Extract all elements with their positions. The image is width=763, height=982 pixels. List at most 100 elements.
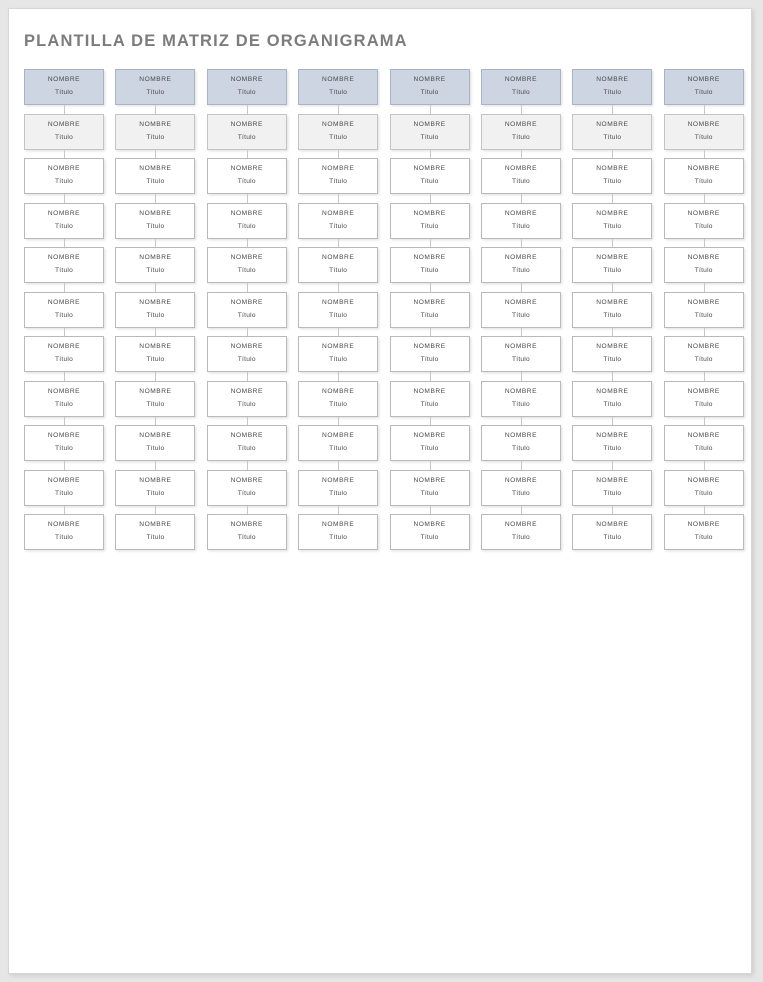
org-chart-node[interactable]: NOMBRE Título bbox=[480, 336, 561, 372]
org-chart-node[interactable]: NOMBRE Título bbox=[206, 336, 287, 372]
screenshot-canvas: PLANTILLA DE MATRIZ DE ORGANIGRAMA NOMBR… bbox=[0, 0, 763, 982]
org-chart-node[interactable]: NOMBRE Título bbox=[663, 247, 744, 283]
org-chart-node[interactable]: NOMBRE Título bbox=[206, 291, 287, 328]
org-chart-node[interactable]: NOMBRE Título bbox=[24, 113, 104, 150]
org-chart-node[interactable]: NOMBRE Título bbox=[480, 291, 561, 328]
org-chart-node[interactable]: NOMBRE Título bbox=[206, 469, 287, 506]
org-chart-node[interactable]: NOMBRE Título bbox=[572, 69, 653, 105]
org-chart-node[interactable]: NOMBRE Título bbox=[480, 247, 561, 283]
org-chart-node[interactable]: NOMBRE Título bbox=[206, 425, 287, 461]
org-chart-node[interactable]: NOMBRE Título bbox=[24, 291, 104, 328]
org-chart-node[interactable]: NOMBRE Título bbox=[663, 113, 744, 150]
org-chart-node[interactable]: NOMBRE Título bbox=[572, 202, 653, 239]
org-chart-node[interactable]: NOMBRE Título bbox=[115, 202, 196, 239]
org-chart-node[interactable]: NOMBRE Título bbox=[298, 247, 379, 283]
org-chart-node[interactable]: NOMBRE Título bbox=[24, 247, 104, 283]
org-chart-node[interactable]: NOMBRE Título bbox=[389, 158, 470, 194]
org-chart-node[interactable]: NOMBRE Título bbox=[663, 469, 744, 506]
org-chart-node[interactable]: NOMBRE Título bbox=[480, 158, 561, 194]
org-chart-node[interactable]: NOMBRE Título bbox=[572, 291, 653, 328]
org-node-name: NOMBRE bbox=[413, 209, 446, 217]
org-chart-node[interactable]: NOMBRE Título bbox=[115, 158, 196, 194]
org-chart-node[interactable]: NOMBRE Título bbox=[480, 113, 561, 150]
org-chart-node[interactable]: NOMBRE Título bbox=[206, 514, 287, 550]
org-node-title: Título bbox=[146, 311, 165, 319]
org-chart-node[interactable]: NOMBRE Título bbox=[572, 469, 653, 506]
org-chart-node[interactable]: NOMBRE Título bbox=[115, 113, 196, 150]
org-chart-node[interactable]: NOMBRE Título bbox=[389, 469, 470, 506]
org-chart-node[interactable]: NOMBRE Título bbox=[480, 514, 561, 550]
org-chart-node[interactable]: NOMBRE Título bbox=[115, 291, 196, 328]
org-chart-node[interactable]: NOMBRE Título bbox=[389, 247, 470, 283]
org-chart-node[interactable]: NOMBRE Título bbox=[663, 69, 744, 105]
org-chart-node[interactable]: NOMBRE Título bbox=[24, 514, 104, 550]
org-chart-node[interactable]: NOMBRE Título bbox=[480, 69, 561, 105]
org-chart-cell: NOMBRE Título bbox=[389, 113, 470, 158]
org-chart-node[interactable]: NOMBRE Título bbox=[206, 247, 287, 283]
org-chart-node[interactable]: NOMBRE Título bbox=[572, 380, 653, 417]
org-chart-node[interactable]: NOMBRE Título bbox=[24, 202, 104, 239]
org-chart-node[interactable]: NOMBRE Título bbox=[115, 514, 196, 550]
org-connector-line bbox=[338, 194, 340, 203]
org-chart-node[interactable]: NOMBRE Título bbox=[298, 380, 379, 417]
org-chart-node[interactable]: NOMBRE Título bbox=[389, 425, 470, 461]
org-chart-node[interactable]: NOMBRE Título bbox=[206, 69, 287, 105]
org-chart-node[interactable]: NOMBRE Título bbox=[572, 336, 653, 372]
org-chart-node[interactable]: NOMBRE Título bbox=[480, 380, 561, 417]
org-chart-node[interactable]: NOMBRE Título bbox=[663, 158, 744, 194]
org-chart-node[interactable]: NOMBRE Título bbox=[389, 202, 470, 239]
org-chart-node[interactable]: NOMBRE Título bbox=[480, 425, 561, 461]
org-connector-line bbox=[520, 372, 522, 381]
org-chart-node[interactable]: NOMBRE Título bbox=[663, 380, 744, 417]
org-chart-node[interactable]: NOMBRE Título bbox=[298, 202, 379, 239]
org-chart-node[interactable]: NOMBRE Título bbox=[298, 514, 379, 550]
org-chart-node[interactable]: NOMBRE Título bbox=[572, 158, 653, 194]
org-node-title: Título bbox=[420, 534, 439, 541]
org-chart-node[interactable]: NOMBRE Título bbox=[572, 514, 653, 550]
org-chart-node[interactable]: NOMBRE Título bbox=[389, 336, 470, 372]
org-chart-node[interactable]: NOMBRE Título bbox=[298, 336, 379, 372]
org-chart-node[interactable]: NOMBRE Título bbox=[24, 158, 104, 194]
org-chart-node[interactable]: NOMBRE Título bbox=[572, 247, 653, 283]
org-chart-node[interactable]: NOMBRE Título bbox=[572, 113, 653, 150]
org-chart-node[interactable]: NOMBRE Título bbox=[115, 247, 196, 283]
org-chart-node[interactable]: NOMBRE Título bbox=[24, 336, 104, 372]
org-chart-node[interactable]: NOMBRE Título bbox=[24, 69, 104, 105]
org-chart-node[interactable]: NOMBRE Título bbox=[663, 291, 744, 328]
org-chart-node[interactable]: NOMBRE Título bbox=[572, 425, 653, 461]
org-chart-node[interactable]: NOMBRE Título bbox=[663, 425, 744, 461]
org-node-title: Título bbox=[237, 267, 256, 274]
org-chart-node[interactable]: NOMBRE Título bbox=[298, 469, 379, 506]
org-chart-node[interactable]: NOMBRE Título bbox=[298, 113, 379, 150]
org-chart-node[interactable]: NOMBRE Título bbox=[115, 425, 196, 461]
org-chart-node[interactable]: NOMBRE Título bbox=[389, 514, 470, 550]
org-chart-cell: NOMBRE Título bbox=[480, 158, 561, 203]
org-chart-node[interactable]: NOMBRE Título bbox=[24, 469, 104, 506]
org-chart-node[interactable]: NOMBRE Título bbox=[663, 514, 744, 550]
org-chart-node[interactable]: NOMBRE Título bbox=[298, 425, 379, 461]
org-chart-node[interactable]: NOMBRE Título bbox=[24, 425, 104, 461]
org-chart-node[interactable]: NOMBRE Título bbox=[298, 158, 379, 194]
org-chart-node[interactable]: NOMBRE Título bbox=[115, 469, 196, 506]
org-chart-node[interactable]: NOMBRE Título bbox=[389, 113, 470, 150]
org-node-title: Título bbox=[146, 222, 165, 230]
org-chart-node[interactable]: NOMBRE Título bbox=[480, 469, 561, 506]
org-connector-line bbox=[703, 327, 705, 336]
org-chart-node[interactable]: NOMBRE Título bbox=[206, 158, 287, 194]
org-chart-node[interactable]: NOMBRE Título bbox=[663, 336, 744, 372]
org-chart-node[interactable]: NOMBRE Título bbox=[298, 291, 379, 328]
org-chart-node[interactable]: NOMBRE Título bbox=[389, 380, 470, 417]
org-chart-cell: NOMBRE Título bbox=[480, 69, 561, 114]
org-chart-node[interactable]: NOMBRE Título bbox=[206, 113, 287, 150]
org-chart-node[interactable]: NOMBRE Título bbox=[663, 202, 744, 239]
org-chart-node[interactable]: NOMBRE Título bbox=[389, 69, 470, 105]
org-chart-node[interactable]: NOMBRE Título bbox=[115, 380, 196, 417]
org-chart-node[interactable]: NOMBRE Título bbox=[24, 380, 104, 417]
org-chart-node[interactable]: NOMBRE Título bbox=[480, 202, 561, 239]
org-chart-node[interactable]: NOMBRE Título bbox=[389, 291, 470, 328]
org-chart-node[interactable]: NOMBRE Título bbox=[206, 202, 287, 239]
org-chart-node[interactable]: NOMBRE Título bbox=[206, 380, 287, 417]
org-chart-node[interactable]: NOMBRE Título bbox=[115, 336, 196, 372]
org-chart-node[interactable]: NOMBRE Título bbox=[298, 69, 379, 105]
org-chart-node[interactable]: NOMBRE Título bbox=[115, 69, 196, 105]
